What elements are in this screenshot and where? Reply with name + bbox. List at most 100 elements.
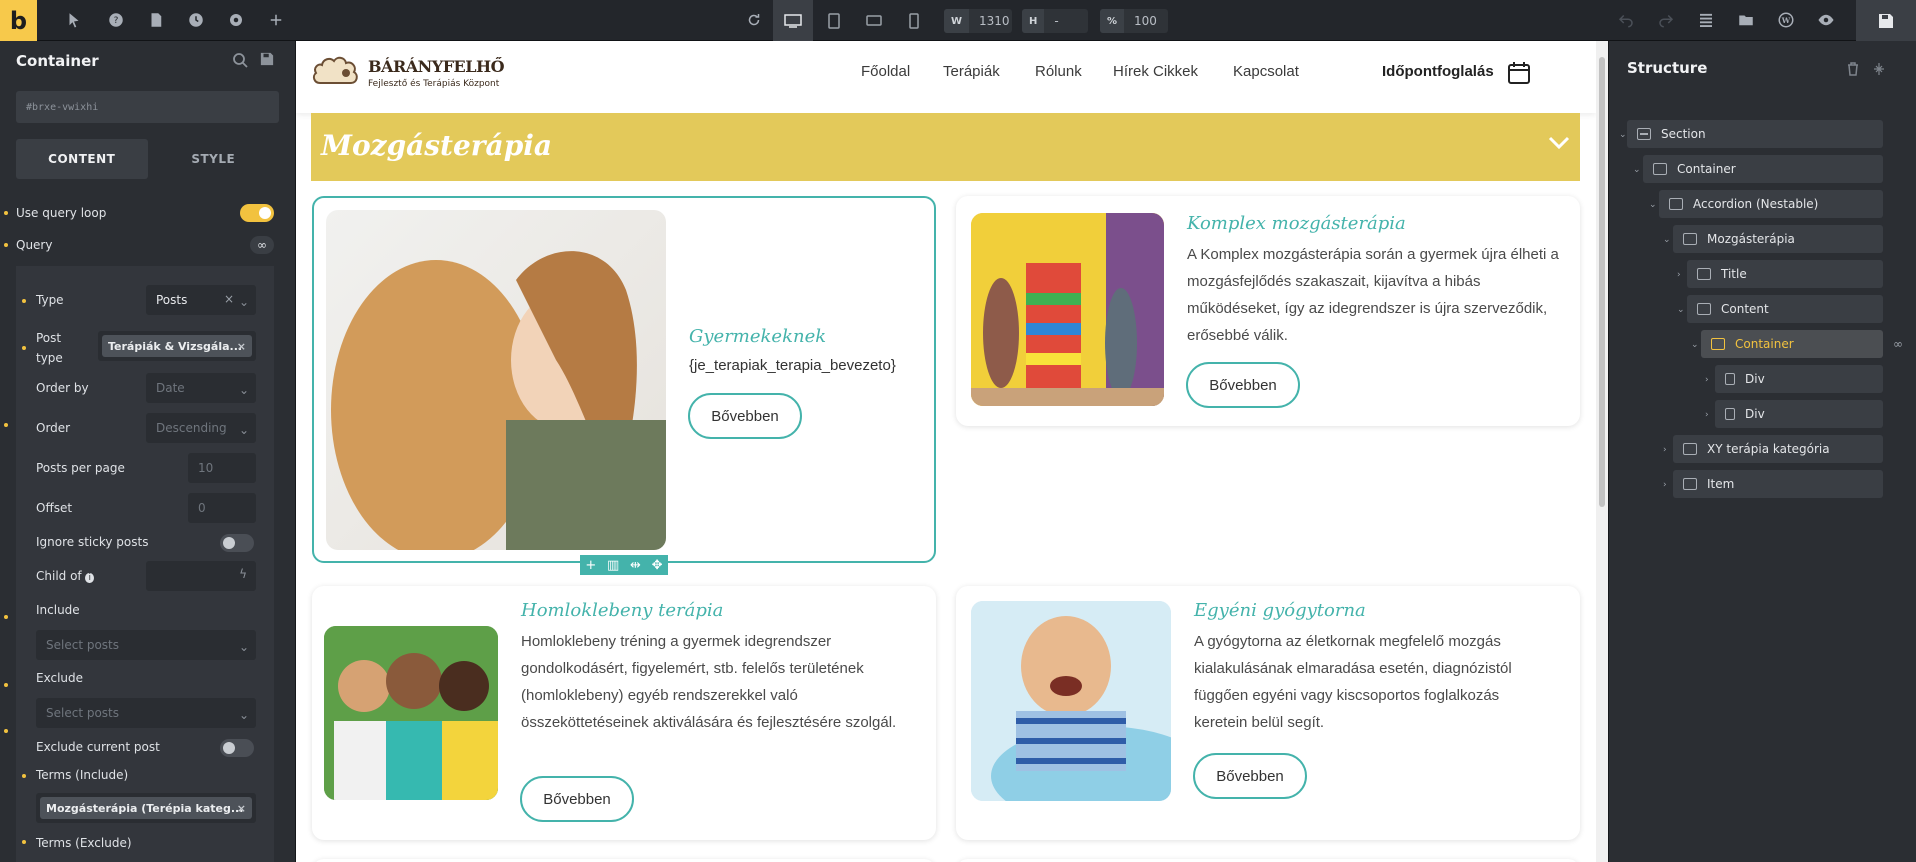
mobile-landscape-icon[interactable] [854, 0, 894, 41]
pages-icon[interactable] [144, 8, 168, 32]
drag-move-icon[interactable]: ✥ [652, 558, 663, 573]
add-plus-icon[interactable] [264, 8, 288, 32]
settings-gear-icon[interactable] [224, 8, 248, 32]
more-button[interactable]: Bővebben [1186, 362, 1300, 408]
more-button[interactable]: Bővebben [1193, 753, 1307, 799]
chevron-down-icon[interactable]: ⌄ [1663, 235, 1673, 245]
desktop-breakpoint-icon[interactable] [773, 0, 813, 41]
structure-node-container[interactable]: Container [1643, 155, 1883, 183]
width-field[interactable]: W 1310 [944, 9, 1012, 33]
save-icon[interactable] [1856, 0, 1916, 41]
post-card-selected[interactable]: Gyermekeknek {je_terapiak_terapia_beveze… [312, 196, 936, 575]
chevron-down-icon[interactable]: ⌄ [1633, 165, 1643, 175]
structure-node-section[interactable]: Section [1627, 120, 1883, 148]
mobile-portrait-icon[interactable] [894, 0, 934, 41]
booking-link[interactable]: Időpontfoglalás [1382, 63, 1494, 80]
scrollbar-thumb[interactable] [1599, 57, 1605, 507]
structure-layers-icon[interactable] [1694, 8, 1718, 32]
redo-icon[interactable] [1654, 8, 1678, 32]
height-field[interactable]: H- [1022, 9, 1088, 33]
exclude-select[interactable]: Select posts ⌄ [36, 698, 256, 728]
offset-input[interactable]: 0 [188, 493, 256, 523]
css-id-field[interactable]: #brxe-vwixhi [16, 91, 279, 123]
chevron-right-icon[interactable]: › [1705, 375, 1715, 385]
columns-icon[interactable]: ▥ [607, 558, 619, 573]
cursor-icon[interactable] [62, 8, 86, 32]
card-title[interactable]: Homloklebeny terápia [521, 600, 723, 621]
trash-icon[interactable] [1847, 61, 1859, 80]
type-select[interactable]: Posts × ⌄ [146, 285, 256, 315]
wordpress-icon[interactable]: W [1774, 8, 1798, 32]
search-icon[interactable] [232, 52, 248, 72]
card-title[interactable]: Gyermekeknek [689, 326, 826, 347]
chevron-right-icon[interactable]: › [1705, 410, 1715, 420]
clear-x-icon[interactable]: × [224, 292, 234, 306]
order-by-select[interactable]: Date ⌄ [146, 373, 256, 403]
structure-node-item[interactable]: Item [1673, 470, 1883, 498]
tablet-portrait-icon[interactable] [814, 0, 854, 41]
accordion-title-bar[interactable]: Mozgásterápia [311, 113, 1580, 181]
reload-icon[interactable] [742, 8, 766, 32]
query-loop-infinity-icon[interactable]: ∞ [250, 236, 274, 254]
save-element-icon[interactable] [260, 52, 274, 70]
help-icon[interactable]: ? [104, 8, 128, 32]
gap-icon[interactable]: ⇹ [630, 558, 641, 573]
card-title[interactable]: Komplex mozgásterápia [1187, 213, 1406, 234]
structure-node-accordion[interactable]: Accordion (Nestable) [1659, 190, 1883, 218]
calendar-icon[interactable] [1507, 61, 1531, 89]
exclude-current-toggle[interactable] [220, 739, 254, 757]
structure-title: Structure [1627, 59, 1708, 77]
chevron-down-icon[interactable] [1548, 135, 1570, 154]
panel-header: Container [0, 41, 295, 81]
order-select[interactable]: Descending ⌄ [146, 413, 256, 443]
remove-tag-x-icon[interactable]: × [237, 340, 246, 353]
structure-node-div[interactable]: Div [1715, 365, 1883, 393]
terms-include-select[interactable]: Mozgásterápia (Terépia kateg... × [36, 793, 256, 823]
cloud-logo-icon[interactable] [310, 43, 366, 99]
nav-hirek-cikkek[interactable]: Hírek Cikkek [1113, 63, 1198, 80]
nav-fooldal[interactable]: Főoldal [861, 63, 910, 80]
ignore-sticky-toggle[interactable] [220, 534, 254, 552]
more-button[interactable]: Bővebben [520, 776, 634, 822]
chevron-down-icon[interactable]: ⌄ [1677, 305, 1687, 315]
card-title[interactable]: Egyéni gyógytorna [1194, 600, 1366, 621]
card-text: A gyógytorna az életkornak megfelelő moz… [1194, 633, 1512, 731]
folder-icon[interactable] [1734, 8, 1758, 32]
zoom-field[interactable]: % 100 [1100, 9, 1168, 33]
history-icon[interactable] [184, 8, 208, 32]
structure-node-container-selected[interactable]: Container [1701, 330, 1883, 358]
structure-node-mozgasterapia[interactable]: Mozgásterápia [1673, 225, 1883, 253]
dynamic-data-bolt-icon[interactable]: ϟ [239, 567, 247, 581]
chevron-down-icon[interactable]: ⌄ [1649, 200, 1659, 210]
use-query-loop-toggle[interactable] [240, 204, 274, 222]
tab-style[interactable]: STYLE [148, 139, 280, 179]
structure-node-xy-category[interactable]: XY terápia kategória [1673, 435, 1883, 463]
child-of-input[interactable]: ϟ [146, 561, 256, 591]
nav-rolunk[interactable]: Rólunk [1035, 63, 1082, 80]
chevron-right-icon[interactable]: › [1663, 445, 1673, 455]
remove-tag-x-icon[interactable]: × [237, 802, 246, 815]
bricks-logo[interactable]: b [0, 0, 37, 41]
chevron-right-icon[interactable]: › [1663, 480, 1673, 490]
structure-node-div[interactable]: Div [1715, 400, 1883, 428]
undo-icon[interactable] [1614, 8, 1638, 32]
tab-content[interactable]: CONTENT [16, 139, 148, 179]
more-button[interactable]: Bővebben [688, 393, 802, 439]
canvas-scrollbar[interactable] [1596, 41, 1608, 862]
post-type-select[interactable]: Terápiák & Vizsgála... × [98, 331, 256, 361]
include-select[interactable]: Select posts ⌄ [36, 630, 256, 660]
add-element-icon[interactable]: + [585, 558, 596, 573]
nav-terapiak[interactable]: Terápiák [943, 63, 1000, 80]
chevron-right-icon[interactable]: › [1677, 270, 1687, 280]
preview-eye-icon[interactable] [1814, 8, 1838, 32]
posts-per-page-input[interactable]: 10 [188, 453, 256, 483]
site-logo-name[interactable]: BÁRÁNYFELHŐ [368, 57, 505, 76]
structure-node-content[interactable]: Content [1687, 295, 1883, 323]
nav-kapcsolat[interactable]: Kapcsolat [1233, 63, 1299, 80]
chevron-down-icon[interactable]: ⌄ [1691, 340, 1701, 350]
setting-indicator-dot [4, 683, 8, 687]
collapse-all-icon[interactable] [1873, 61, 1885, 80]
info-icon[interactable]: i [85, 573, 94, 583]
div-icon [1725, 408, 1735, 420]
structure-node-title[interactable]: Title [1687, 260, 1883, 288]
